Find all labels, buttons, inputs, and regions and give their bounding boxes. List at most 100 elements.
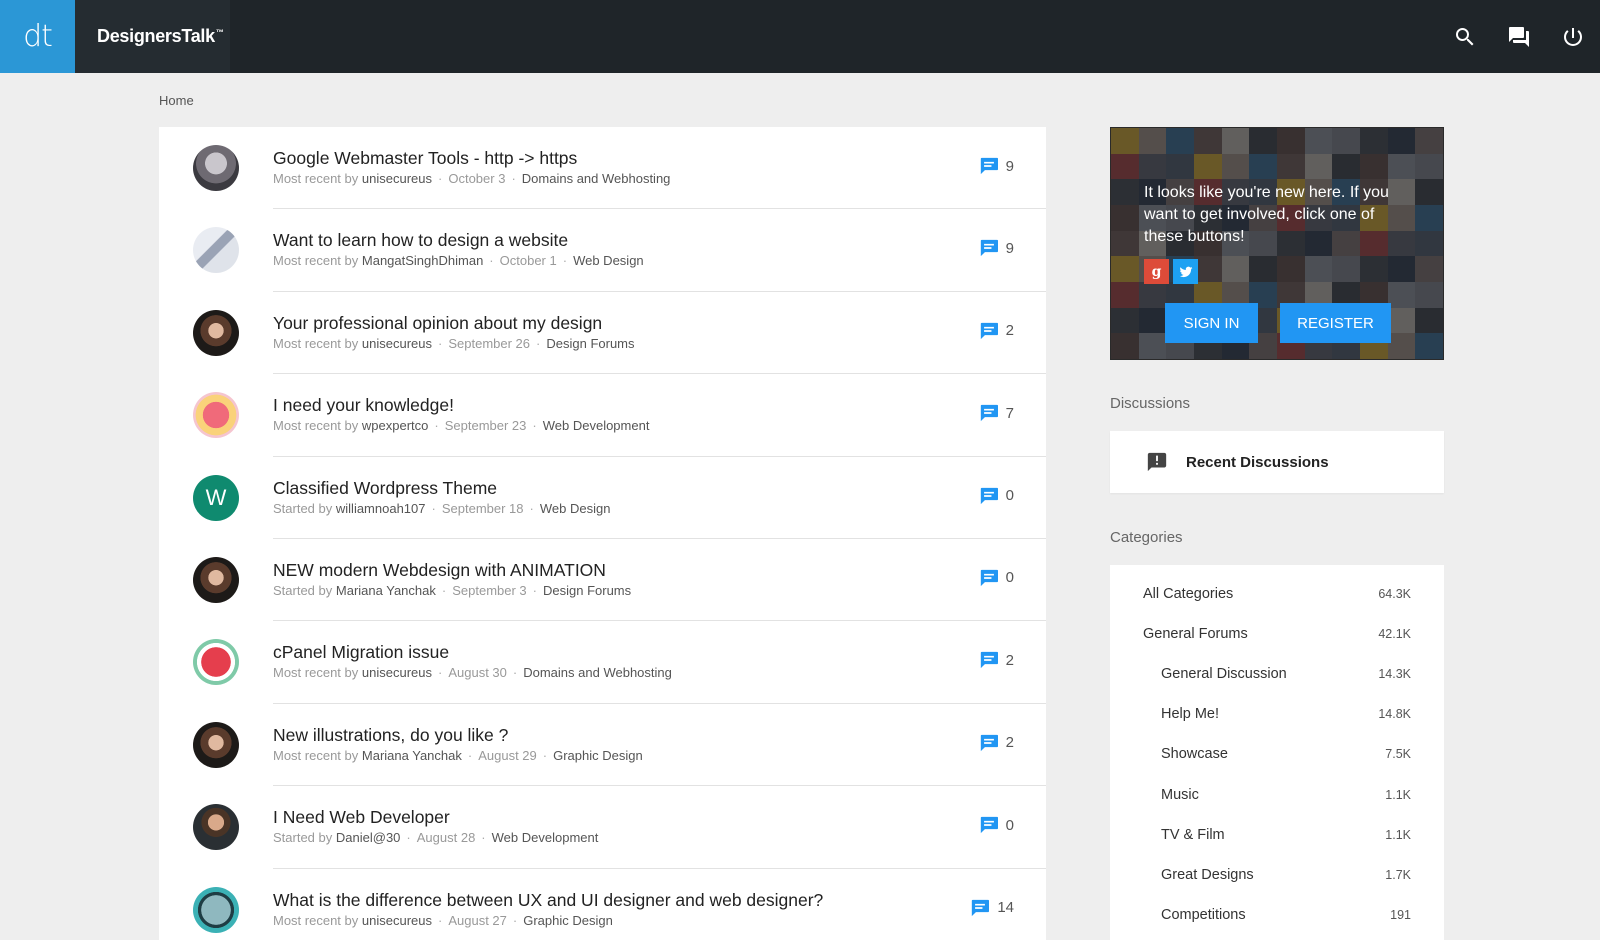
category-link[interactable]: Web Design (540, 501, 611, 516)
discussion-meta: Most recent by unisecureus · August 27 · Gra… (273, 913, 613, 928)
author-link[interactable]: Daniel@30 (336, 830, 401, 845)
avatar[interactable] (193, 721, 239, 768)
meta-prefix: Most recent by (273, 418, 359, 434)
discussion-title[interactable]: I need your knowledge! (273, 395, 454, 416)
discussion-meta: Most recent by MangatSinghDhiman · October… (273, 253, 644, 268)
welcome-panel: It looks like you're new here. If you wa… (1110, 127, 1444, 360)
category-link[interactable]: Web Development (492, 830, 599, 845)
author-link[interactable]: williamnoah107 (336, 501, 426, 516)
discussion-title[interactable]: Want to learn how to design a website (273, 230, 568, 251)
twitter-sign-in-button[interactable] (1173, 259, 1198, 284)
avatar[interactable] (193, 639, 239, 686)
category-link[interactable]: Domains and Webhosting (523, 665, 672, 680)
discussion-title[interactable]: cPanel Migration issue (273, 642, 449, 663)
discussion-title[interactable]: Your professional opinion about my desig… (273, 313, 602, 334)
discussion-content: Your professional opinion about my desig… (273, 292, 1046, 375)
discussion-date: August 29 (478, 747, 537, 763)
google-sign-in-button[interactable]: g (1144, 259, 1169, 284)
category-name: TV & Film (1161, 826, 1225, 843)
author-link[interactable]: Mariana Yanchak (336, 583, 436, 598)
logo[interactable]: dt (0, 0, 75, 73)
discussion-row[interactable]: NEW modern Webdesign with ANIMATION Start… (159, 539, 1046, 622)
discussion-row[interactable]: I need your knowledge! Most recent by wpe… (159, 374, 1046, 457)
power-button[interactable] (1546, 0, 1600, 73)
search-icon (1456, 27, 1474, 45)
welcome-message: It looks like you're new here. If you wa… (1144, 184, 1389, 245)
category-link[interactable]: Domains and Webhosting (522, 171, 671, 186)
author-link[interactable]: unisecureus (362, 336, 432, 351)
discussion-date: August 27 (448, 912, 507, 928)
avatar[interactable] (193, 804, 239, 851)
category-link[interactable]: Web Development (543, 418, 650, 433)
category-item[interactable]: Showcase 7.5K (1110, 734, 1444, 774)
category-count: 42.1K (1378, 627, 1411, 642)
category-item[interactable]: TV & Film 1.1K (1110, 815, 1444, 855)
author-link[interactable]: wpexpertco (362, 418, 428, 433)
category-item[interactable]: Music 1.1K (1110, 774, 1444, 814)
discussion-title[interactable]: What is the difference between UX and UI… (273, 890, 823, 911)
breadcrumb-home[interactable]: Home (159, 93, 194, 108)
brand-name[interactable]: DesignersTalk ™ (75, 0, 230, 73)
discussion-meta: Most recent by unisecureus · August 30 · Dom… (273, 665, 672, 680)
discussion-row[interactable]: What is the difference between UX and UI… (159, 869, 1046, 940)
discussion-title[interactable]: NEW modern Webdesign with ANIMATION (273, 560, 606, 581)
recent-discussions-link[interactable]: Recent Discussions (1110, 431, 1444, 493)
category-item[interactable]: All Categories 64.3K (1110, 574, 1444, 614)
category-item[interactable]: General Forums 42.1K (1110, 614, 1444, 654)
separator-dot: · (532, 582, 537, 598)
author-link[interactable]: unisecureus (362, 171, 432, 186)
meta-prefix: Started by (273, 582, 333, 598)
discussion-row[interactable]: Your professional opinion about my desig… (159, 292, 1046, 375)
category-item[interactable]: Great Designs 1.7K (1110, 855, 1444, 895)
category-link[interactable]: Web Design (573, 253, 644, 268)
category-item[interactable]: Competitions 191 (1110, 895, 1444, 935)
discussion-title[interactable]: Google Webmaster Tools - http -> https (273, 148, 577, 169)
comment-count-value: 9 (1005, 239, 1014, 257)
discussion-row[interactable]: I Need Web Developer Started by Daniel@30… (159, 786, 1046, 869)
category-link[interactable]: Graphic Design (553, 748, 643, 763)
discussion-row[interactable]: W Classified Wordpress Theme Started by wi… (159, 457, 1046, 539)
comment-icon (980, 404, 998, 422)
category-item[interactable]: Help Me! 14.8K (1110, 694, 1444, 734)
search-button[interactable] (1438, 0, 1492, 73)
discussion-title[interactable]: New illustrations, do you like ? (273, 725, 508, 746)
categories-heading: Categories (1110, 529, 1183, 546)
discussion-date: September 26 (448, 335, 531, 351)
avatar[interactable] (193, 227, 239, 274)
category-link[interactable]: Design Forums (546, 336, 634, 351)
avatar[interactable] (193, 556, 239, 603)
discussion-list: Google Webmaster Tools - http -> https Mo… (159, 127, 1046, 940)
author-link[interactable]: unisecureus (362, 665, 432, 680)
avatar[interactable] (193, 392, 239, 439)
category-count: 191 (1390, 907, 1411, 922)
category-link[interactable]: Graphic Design (523, 913, 613, 928)
discussion-title[interactable]: Classified Wordpress Theme (273, 478, 497, 499)
discussion-row[interactable]: Want to learn how to design a website Mos… (159, 209, 1046, 292)
avatar-letter: W (205, 484, 227, 510)
meta-prefix: Most recent by (273, 912, 359, 928)
discussion-title[interactable]: I Need Web Developer (273, 807, 450, 828)
author-link[interactable]: unisecureus (362, 913, 432, 928)
comment-icon (980, 652, 998, 669)
sign-in-button[interactable]: SIGN IN (1165, 303, 1258, 343)
author-link[interactable]: MangatSinghDhiman (362, 253, 483, 268)
discussion-row[interactable]: cPanel Migration issue Most recent by uni… (159, 621, 1046, 704)
avatar[interactable] (193, 886, 239, 933)
comment-count: 2 (979, 651, 1014, 669)
meta-prefix: Started by (273, 830, 333, 846)
avatar[interactable] (193, 145, 239, 191)
avatar[interactable]: W (193, 474, 239, 521)
comment-count: 2 (979, 322, 1014, 340)
register-button[interactable]: REGISTER (1280, 303, 1391, 343)
avatar[interactable] (193, 309, 239, 356)
author-link[interactable]: Mariana Yanchak (362, 748, 462, 763)
discussion-meta: Most recent by unisecureus · September 26 ·… (273, 336, 635, 351)
category-item[interactable]: General Discussion 14.3K (1110, 654, 1444, 694)
comment-count: 2 (979, 734, 1014, 752)
discussion-row[interactable]: Google Webmaster Tools - http -> https Mo… (159, 127, 1046, 210)
discussion-date: October 3 (448, 171, 506, 186)
discussion-row[interactable]: New illustrations, do you like ? Most rec… (159, 704, 1046, 787)
messages-button[interactable] (1492, 0, 1546, 73)
category-link[interactable]: Design Forums (543, 583, 631, 598)
comment-count-value: 7 (1005, 404, 1014, 422)
